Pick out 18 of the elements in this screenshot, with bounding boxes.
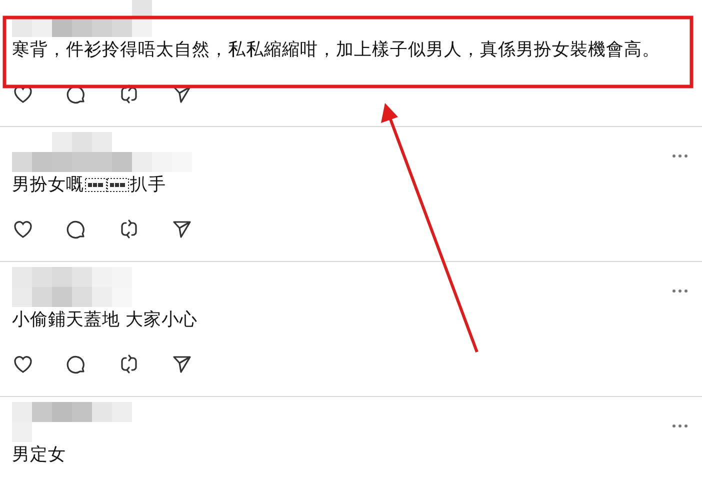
repost-icon[interactable] xyxy=(118,218,140,240)
more-icon[interactable] xyxy=(672,154,688,158)
send-icon[interactable] xyxy=(171,218,193,240)
like-icon[interactable] xyxy=(12,353,34,375)
post-text: 寒背，件衫拎得唔太自然，私私縮縮咁，加上樣子似男人，真係男扮女裝機會高。 xyxy=(12,39,660,62)
comment-icon[interactable] xyxy=(65,218,87,240)
post-text: 扒手 xyxy=(130,174,166,197)
post-text: 男定女 xyxy=(12,444,66,467)
repost-icon[interactable] xyxy=(118,353,140,375)
more-icon[interactable] xyxy=(672,289,688,293)
send-icon[interactable] xyxy=(171,353,193,375)
more-icon[interactable] xyxy=(672,424,688,428)
object-placeholder-icon xyxy=(85,178,129,192)
post-text: 小偷鋪天蓋地 大家小心 xyxy=(12,309,198,332)
post-text: 男扮女嘅 xyxy=(12,174,84,197)
comment-icon[interactable] xyxy=(65,353,87,375)
repost-icon[interactable] xyxy=(118,83,140,105)
like-icon[interactable] xyxy=(12,218,34,240)
